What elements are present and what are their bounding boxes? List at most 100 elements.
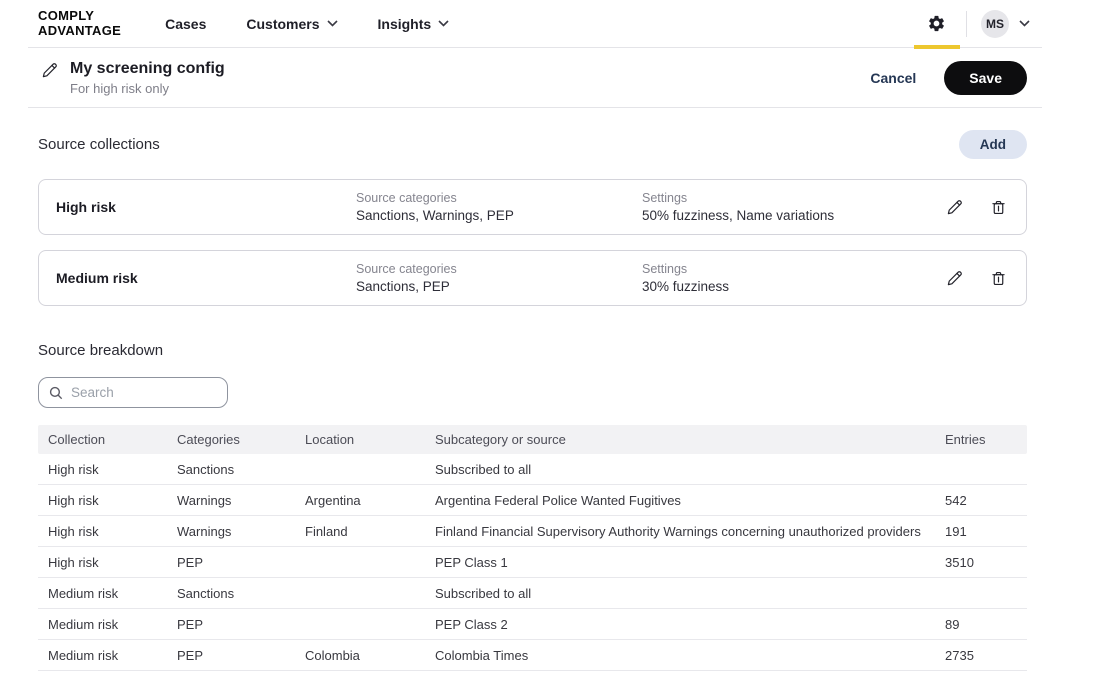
cell-categories: PEP bbox=[177, 617, 305, 632]
column-header-location: Location bbox=[305, 432, 435, 447]
column-header-categories: Categories bbox=[177, 432, 305, 447]
top-navbar: COMPLY ADVANTAGE Cases Customers Insight… bbox=[28, 0, 1042, 48]
nav-item-cases[interactable]: Cases bbox=[165, 16, 206, 32]
collection-settings: Settings 50% fuzziness, Name variations bbox=[642, 191, 946, 223]
trash-icon bbox=[990, 270, 1007, 287]
cell-collection: Medium risk bbox=[48, 586, 177, 601]
active-tab-indicator bbox=[914, 45, 960, 49]
cell-location: Finland bbox=[305, 524, 435, 539]
cell-subcategory: PEP Class 1 bbox=[435, 555, 945, 570]
search-input[interactable] bbox=[71, 385, 217, 400]
nav-item-insights-label: Insights bbox=[378, 16, 432, 32]
cell-location: Colombia bbox=[305, 648, 435, 663]
settings-label: Settings bbox=[642, 191, 946, 205]
source-collections-section: Source collections Add High risk Source … bbox=[28, 130, 1042, 306]
source-collections-heading: Source collections bbox=[38, 136, 160, 153]
collection-categories: Source categories Sanctions, PEP bbox=[356, 262, 642, 294]
config-title-group: My screening config For high risk only bbox=[41, 59, 225, 95]
cell-entries: 542 bbox=[945, 493, 1017, 508]
table-row: Medium risk PEP PEP Class 2 89 bbox=[38, 609, 1027, 640]
user-avatar[interactable]: MS bbox=[981, 10, 1009, 38]
cell-subcategory: Colombia Times bbox=[435, 648, 945, 663]
page-title: My screening config bbox=[70, 59, 225, 78]
trash-icon bbox=[990, 199, 1007, 216]
collection-actions bbox=[946, 199, 1007, 216]
delete-collection-button[interactable] bbox=[990, 270, 1007, 287]
nav-item-customers-label: Customers bbox=[246, 16, 319, 32]
table-body: High risk Sanctions Subscribed to all Hi… bbox=[38, 454, 1027, 671]
page: COMPLY ADVANTAGE Cases Customers Insight… bbox=[28, 0, 1042, 671]
cell-subcategory: Subscribed to all bbox=[435, 586, 945, 601]
categories-value: Sanctions, Warnings, PEP bbox=[356, 208, 642, 223]
chevron-down-icon bbox=[327, 20, 338, 27]
cell-subcategory: Argentina Federal Police Wanted Fugitive… bbox=[435, 493, 945, 508]
cell-entries: 89 bbox=[945, 617, 1017, 632]
table-row: High risk Warnings Finland Finland Finan… bbox=[38, 516, 1027, 547]
table-row: High risk PEP PEP Class 1 3510 bbox=[38, 547, 1027, 578]
cell-collection: Medium risk bbox=[48, 617, 177, 632]
config-title-text: My screening config For high risk only bbox=[70, 59, 225, 95]
settings-value: 50% fuzziness, Name variations bbox=[642, 208, 946, 223]
cell-collection: High risk bbox=[48, 493, 177, 508]
edit-collection-button[interactable] bbox=[946, 199, 963, 216]
categories-value: Sanctions, PEP bbox=[356, 279, 642, 294]
logo-line-1: COMPLY bbox=[38, 9, 121, 23]
source-breakdown-table: Collection Categories Location Subcatego… bbox=[38, 425, 1027, 671]
cell-subcategory: PEP Class 2 bbox=[435, 617, 945, 632]
collection-actions bbox=[946, 270, 1007, 287]
add-collection-button[interactable]: Add bbox=[959, 130, 1027, 159]
edit-collection-button[interactable] bbox=[946, 270, 963, 287]
cell-categories: PEP bbox=[177, 648, 305, 663]
nav-item-customers[interactable]: Customers bbox=[246, 16, 337, 32]
settings-value: 30% fuzziness bbox=[642, 279, 946, 294]
primary-nav: Cases Customers Insights bbox=[165, 16, 449, 32]
settings-nav-button[interactable] bbox=[913, 0, 960, 48]
categories-label: Source categories bbox=[356, 191, 642, 205]
cell-location: Argentina bbox=[305, 493, 435, 508]
cell-entries: 3510 bbox=[945, 555, 1017, 570]
cell-categories: Sanctions bbox=[177, 586, 305, 601]
source-breakdown-heading: Source breakdown bbox=[38, 342, 1027, 359]
cell-entries: 2735 bbox=[945, 648, 1017, 663]
cell-subcategory: Subscribed to all bbox=[435, 462, 945, 477]
cancel-button[interactable]: Cancel bbox=[870, 70, 916, 86]
search-icon bbox=[49, 386, 63, 400]
company-logo[interactable]: COMPLY ADVANTAGE bbox=[38, 9, 121, 37]
cell-categories: Warnings bbox=[177, 493, 305, 508]
cell-subcategory: Finland Financial Supervisory Authority … bbox=[435, 524, 945, 539]
table-header-row: Collection Categories Location Subcatego… bbox=[38, 425, 1027, 454]
cell-categories: PEP bbox=[177, 555, 305, 570]
collection-name: Medium risk bbox=[56, 270, 356, 286]
cell-entries: 191 bbox=[945, 524, 1017, 539]
column-header-entries: Entries bbox=[945, 432, 1017, 447]
settings-label: Settings bbox=[642, 262, 946, 276]
logo-line-2: ADVANTAGE bbox=[38, 24, 121, 38]
collection-categories: Source categories Sanctions, Warnings, P… bbox=[356, 191, 642, 223]
table-row: Medium risk PEP Colombia Colombia Times … bbox=[38, 640, 1027, 671]
table-row: High risk Warnings Argentina Argentina F… bbox=[38, 485, 1027, 516]
edit-title-pencil-icon[interactable] bbox=[41, 62, 58, 79]
navbar-divider bbox=[966, 11, 967, 37]
nav-item-cases-label: Cases bbox=[165, 16, 206, 32]
search-box[interactable] bbox=[38, 377, 228, 408]
save-button[interactable]: Save bbox=[944, 61, 1027, 95]
config-header: My screening config For high risk only C… bbox=[28, 48, 1042, 108]
collection-card: High risk Source categories Sanctions, W… bbox=[38, 179, 1027, 235]
source-breakdown-section: Source breakdown Collection Categories L… bbox=[28, 342, 1042, 671]
navbar-right: MS bbox=[913, 0, 1042, 48]
nav-item-insights[interactable]: Insights bbox=[378, 16, 450, 32]
table-row: High risk Sanctions Subscribed to all bbox=[38, 454, 1027, 485]
collection-card: Medium risk Source categories Sanctions,… bbox=[38, 250, 1027, 306]
config-actions: Cancel Save bbox=[870, 61, 1027, 95]
cell-collection: High risk bbox=[48, 524, 177, 539]
cell-categories: Warnings bbox=[177, 524, 305, 539]
user-menu-chevron-icon[interactable] bbox=[1019, 20, 1030, 27]
delete-collection-button[interactable] bbox=[990, 199, 1007, 216]
page-subtitle: For high risk only bbox=[70, 81, 225, 96]
pencil-icon bbox=[946, 199, 963, 216]
chevron-down-icon bbox=[438, 20, 449, 27]
column-header-collection: Collection bbox=[48, 432, 177, 447]
pencil-icon bbox=[946, 270, 963, 287]
column-header-subcategory: Subcategory or source bbox=[435, 432, 945, 447]
cell-collection: High risk bbox=[48, 555, 177, 570]
